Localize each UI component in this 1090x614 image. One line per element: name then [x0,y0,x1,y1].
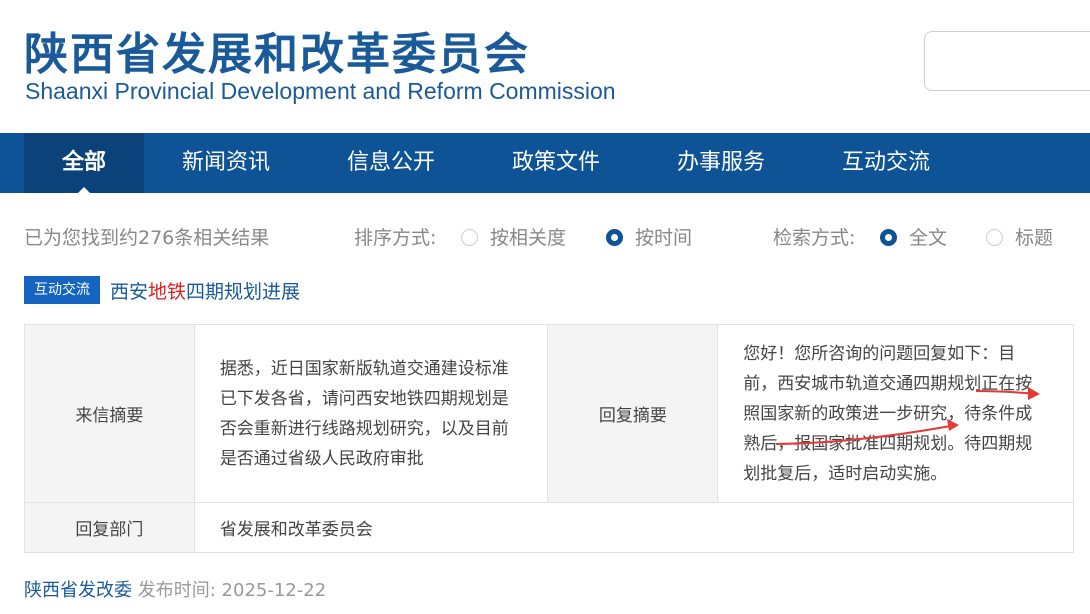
nav-item-label: 互动交流 [841,150,930,175]
radio-checked-icon [880,229,897,246]
nav-item-policy[interactable]: 政策文件 [496,133,616,193]
site-title-cn[interactable]: 陕西省发展和改革委员会 [24,18,530,82]
radio-checked-icon [606,229,623,246]
radio-unchecked-icon [986,229,1003,246]
sort-by-relevance[interactable]: 按相关度 [461,223,566,250]
result-count: 已为您找到约276条相关结果 [24,227,270,249]
nav-item-label: 办事服务 [676,150,765,175]
title-part: 西安 [110,280,149,303]
active-caret-icon [78,187,90,193]
search-mode-title[interactable]: 标题 [986,223,1053,250]
radio-label: 按相关度 [490,227,567,249]
result-item-header: 互动交流 西安地铁四期规划进展 [24,276,300,304]
letter-summary-text: 据悉，近日国家新版轨道交通建设标准已下发各省，请问西安地铁四期规划是否会重新进行… [193,324,549,503]
reply-dept-value: 省发展和改革委员会 [193,502,1075,553]
title-highlight: 地铁 [148,280,187,303]
letter-summary-label: 来信摘要 [24,324,195,503]
radio-label: 按时间 [635,227,693,249]
nav-item-label: 全部 [61,150,106,175]
qa-summary-table: 来信摘要 据悉，近日国家新版轨道交通建设标准已下发各省，请问西安地铁四期规划是否… [24,324,1075,553]
nav-item-label: 新闻资讯 [181,150,270,175]
sort-label: 排序方式: [354,227,437,249]
site-header: 陕西省发展和改革委员会 Shaanxi Provincial Developme… [0,0,1090,132]
nav-item-label: 政策文件 [511,150,600,175]
radio-label: 标题 [1015,227,1054,249]
search-mode-fulltext[interactable]: 全文 [880,223,947,250]
publish-info: 陕西省发改委 发布时间: 2025-12-22 [24,576,326,602]
reply-summary-text: 您好！您所咨询的问题回复如下：目前，西安城市轨道交通四期规划正在按照国家新的政策… [743,343,1033,484]
radio-unchecked-icon [461,229,478,246]
title-part: 四期规划进展 [186,280,301,303]
nav-item-interaction[interactable]: 互动交流 [826,133,946,193]
nav-item-news[interactable]: 新闻资讯 [166,133,286,193]
nav-item-label: 信息公开 [346,150,435,175]
search-mode-label: 检索方式: [773,227,856,249]
nav-item-all[interactable]: 全部 [24,133,144,193]
sort-by-time[interactable]: 按时间 [606,223,692,250]
radio-label: 全文 [909,227,948,249]
publisher-link[interactable]: 陕西省发改委 [24,580,132,601]
main-nav: 全部 新闻资讯 信息公开 政策文件 办事服务 互动交流 [0,133,1090,193]
table-row: 回复部门 省发展和改革委员会 [24,502,1075,553]
publish-date: 2025-12-22 [221,580,327,601]
table-row: 来信摘要 据悉，近日国家新版轨道交通建设标准已下发各省，请问西安地铁四期规划是否… [24,324,1074,503]
publish-time-label: 发布时间: [137,580,216,601]
site-title-en: Shaanxi Provincial Development and Refor… [25,78,616,104]
nav-item-disclosure[interactable]: 信息公开 [331,133,451,193]
reply-summary-cell: 您好！您所咨询的问题回复如下：目前，西安城市轨道交通四期规划正在按照国家新的政策… [717,324,1074,503]
reply-summary-label: 回复摘要 [547,324,719,503]
result-title-link[interactable]: 西安地铁四期规划进展 [110,277,300,304]
reply-dept-label: 回复部门 [24,502,195,553]
search-input[interactable] [924,31,1090,91]
result-filter-bar: 已为您找到约276条相关结果 排序方式: 按相关度 按时间 检索方式: 全文 标… [0,218,1090,254]
nav-item-services[interactable]: 办事服务 [661,133,781,193]
category-badge: 互动交流 [24,276,100,304]
